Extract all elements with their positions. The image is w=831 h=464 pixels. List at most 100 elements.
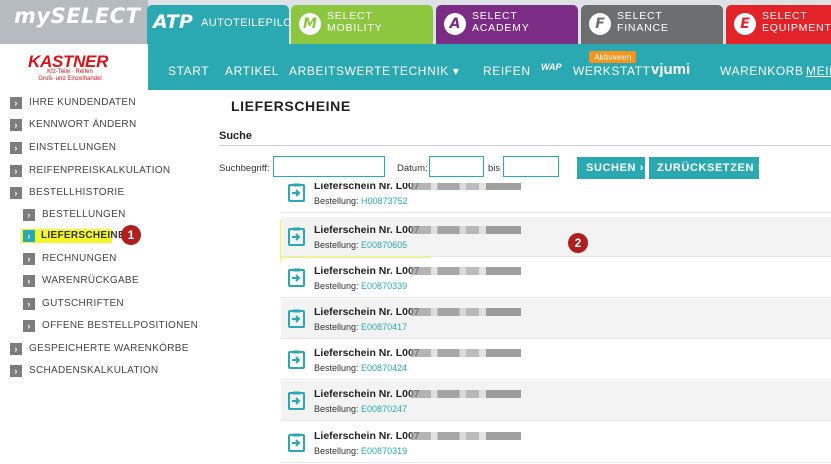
delivery-list: Lieferschein Nr. L007 Bestellung: H008737… [281,183,831,464]
nav-warenkorb[interactable]: WARENKORB [720,64,804,78]
sidebar-item-label: EINSTELLUNGEN [29,142,117,153]
delivery-row[interactable]: Lieferschein Nr. L007 Bestellung: E008703… [281,258,831,298]
delivery-note-icon [287,433,307,453]
order-number-link[interactable]: H00873752 [361,196,408,206]
tab-select-mobility[interactable]: M SELECT MOBILITY [291,5,433,44]
order-number-link[interactable]: E00870417 [361,322,407,332]
delivery-order-line: Bestellung: H00873752 [314,196,408,206]
order-number-link[interactable]: E00870339 [361,281,407,291]
chevron-right-icon: › [23,320,35,332]
redacted-number [411,267,521,275]
order-number-link[interactable]: E00870605 [361,240,407,250]
delivery-title[interactable]: Lieferschein Nr. L007 [314,224,420,236]
redacted-number [411,226,521,234]
nav-start[interactable]: START [168,64,209,78]
tab-atp-autoteilepilot[interactable]: ATP AUTOTEILEPILOT [147,5,299,44]
chevron-right-icon: › [23,275,35,287]
delivery-note-icon [287,183,307,203]
academy-tab-label: SELECT ACADEMY [472,10,530,34]
suchbegriff-label: Suchbegriff: [219,163,270,174]
delivery-title[interactable]: Lieferschein Nr. L007 [314,183,420,192]
search-section-title: Suche [219,130,253,142]
delivery-row[interactable]: Lieferschein Nr. L007 Bestellung: E008704… [281,340,831,380]
delivery-title[interactable]: Lieferschein Nr. L007 [314,306,420,318]
nav-werkstatt[interactable]: WERKSTATT [573,64,651,78]
delivery-title[interactable]: Lieferschein Nr. L007 [314,430,420,442]
chevron-right-icon: › [10,365,22,377]
chevron-right-icon: › [10,343,22,355]
sidebar-item-label: LIEFERSCHEINE [41,230,125,241]
nav-mein[interactable]: MEIN [806,64,831,78]
mobility-tab-label: SELECT MOBILITY [327,10,383,34]
suchbegriff-input[interactable] [273,156,385,177]
redacted-number [411,390,521,398]
delivery-row[interactable]: Lieferschein Nr. L007 Bestellung: E008702… [281,381,831,421]
chevron-right-icon: › [23,253,35,265]
reset-button[interactable]: ZURÜCKSETZEN › [649,157,761,179]
tab-select-equipment[interactable]: E SELECT EQUIPMENT [726,5,831,44]
chevron-right-icon: › [10,119,22,131]
atp-logo-text: ATP [153,11,193,33]
step-marker-1: 1 [121,225,141,245]
delivery-title[interactable]: Lieferschein Nr. L007 [314,265,420,277]
delivery-note-icon [287,391,307,411]
finance-icon: F [589,13,611,35]
order-number-link[interactable]: E00870424 [361,363,407,373]
delivery-title[interactable]: Lieferschein Nr. L007 [314,347,420,359]
order-label: Bestellung: [314,281,359,291]
equipment-tab-label: SELECT EQUIPMENT [762,10,831,34]
delivery-order-line: Bestellung: E00870247 [314,404,407,414]
wap-logo-icon: WAP [541,62,562,72]
sidebar-item-label: BESTELLHISTORIE [29,187,125,198]
academy-icon: A [444,13,466,35]
equipment-icon: E [734,13,756,35]
kastner-logo-tagline: Kfz-Teile · Reifen Groß- und Einzelhande… [38,69,102,82]
delivery-note-icon [287,268,307,288]
chevron-right-icon: › [23,209,35,221]
redacted-number [411,308,521,316]
delivery-row[interactable]: Lieferschein Nr. L007 Bestellung: E008704… [281,299,831,339]
delivery-order-line: Bestellung: E00870424 [314,363,407,373]
nav-vjumi[interactable]: vjumi [651,61,690,78]
order-label: Bestellung: [314,240,359,250]
myselect-logo[interactable]: mySELECT [0,0,148,44]
tab-select-academy[interactable]: A SELECT ACADEMY [436,5,578,44]
nav-arbeitswerte[interactable]: ARBEITSWERTE [289,64,391,78]
nav-reifen[interactable]: REIFEN [483,64,531,78]
sidebar-item-label: BESTELLUNGEN [42,209,126,220]
bis-label: bis [488,163,501,174]
order-number-link[interactable]: E00870247 [361,404,407,414]
sidebar-item-label: IHRE KUNDENDATEN [29,97,136,108]
search-button[interactable]: SUCHEN › [577,157,645,179]
sidebar-item-label: SCHADENSKALKULATION [29,365,159,376]
sidebar-item-lieferscheine[interactable]: › LIEFERSCHEINE [21,229,125,243]
order-number-link[interactable]: E00870319 [361,446,407,456]
delivery-row[interactable]: Lieferschein Nr. L007 Bestellung: E008706… [281,217,831,257]
chevron-right-icon: › [10,97,22,109]
delivery-title[interactable]: Lieferschein Nr. L007 [314,388,420,400]
order-label: Bestellung: [314,404,359,414]
nav-technik-dropdown[interactable]: TECHNIK ▾ [392,64,459,78]
sidebar-item-label: GUTSCHRIFTEN [42,298,124,309]
nav-artikel[interactable]: ARTIKEL [225,64,279,78]
datum-from-input[interactable] [429,156,484,177]
datum-to-input[interactable] [503,156,559,177]
step-marker-2: 2 [568,233,588,253]
delivery-note-icon [287,309,307,329]
chevron-right-icon: › [10,165,22,177]
kastner-logo[interactable]: KASTNER Kfz-Teile · Reifen Groß- und Ein… [0,44,148,90]
chevron-right-icon: › [23,230,35,242]
sidebar-item-label: REIFENPREISKALKULATION [29,165,171,176]
myselect-logo-text: mySELECT [14,4,141,28]
order-label: Bestellung: [314,322,359,332]
aktivieren-badge[interactable]: Aktivieren [589,51,637,63]
chevron-right-icon: › [10,187,22,199]
delivery-order-line: Bestellung: E00870417 [314,322,407,332]
delivery-row[interactable]: Lieferschein Nr. L007 Bestellung: H008737… [281,183,831,213]
sidebar-item-label: KENNWORT ÄNDERN [29,119,137,130]
delivery-note-icon [287,350,307,370]
redacted-number [411,183,521,190]
order-label: Bestellung: [314,196,359,206]
delivery-row[interactable]: Lieferschein Nr. L007 Bestellung: E008703… [281,423,831,463]
tab-select-finance[interactable]: F SELECT FINANCE [581,5,723,44]
